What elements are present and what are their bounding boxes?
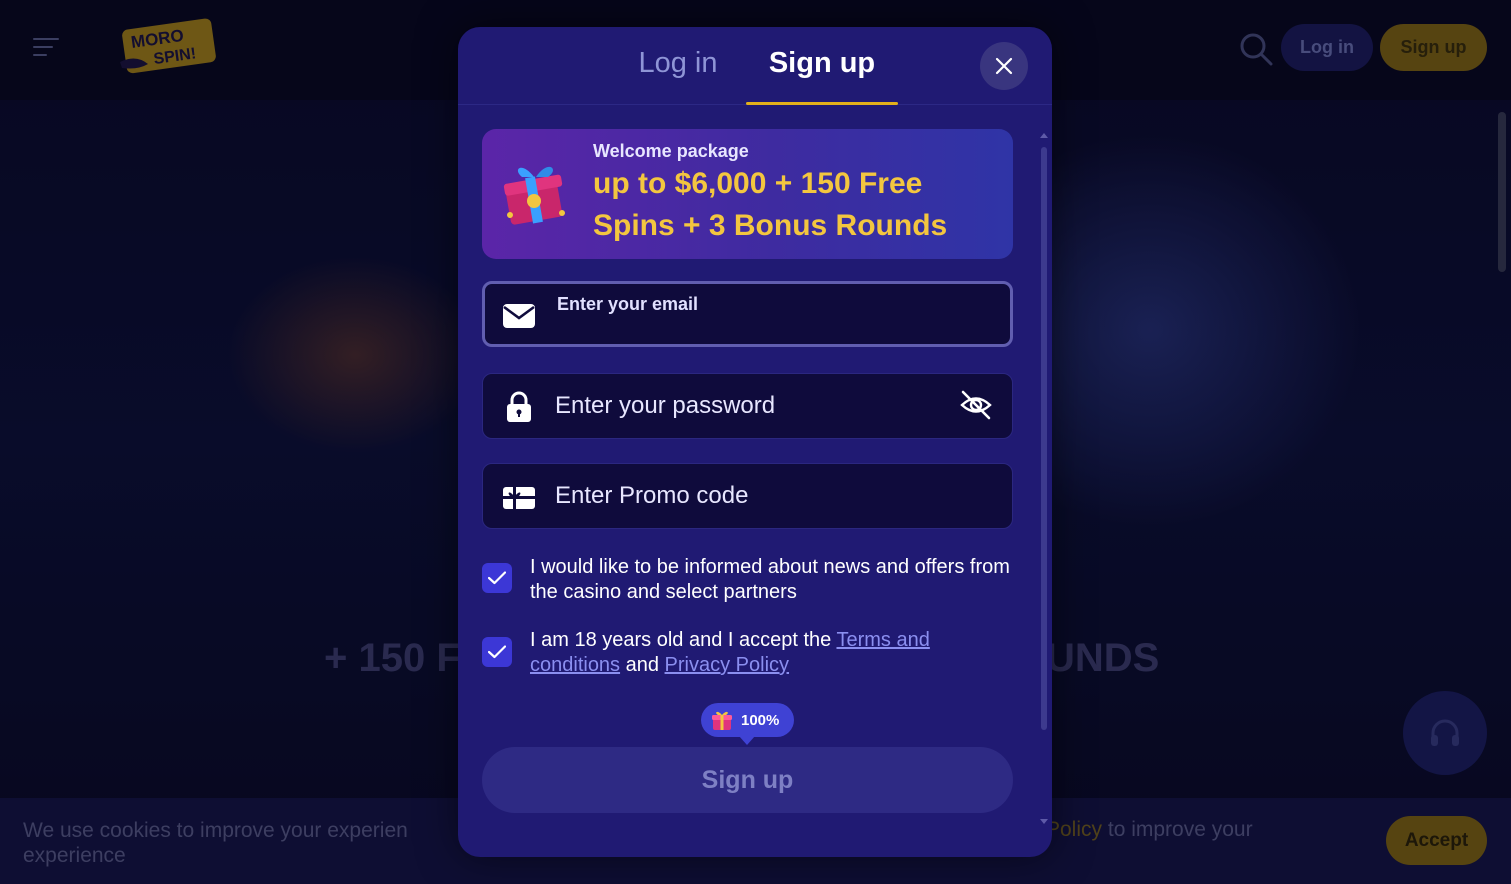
active-tab-indicator (746, 102, 898, 105)
envelope-icon (501, 298, 537, 332)
promo-headline: up to $6,000 + 150 Free Spins + 3 Bonus … (593, 167, 948, 242)
age-terms-checkbox[interactable] (482, 637, 512, 667)
checkmark-icon (488, 645, 506, 659)
gift-icon (712, 711, 732, 730)
scroll-down-arrow[interactable] (1040, 819, 1048, 824)
age-terms-text: I am 18 years old and I accept the Terms… (530, 629, 930, 676)
news-consent-row: I would like to be informed about news a… (482, 555, 1013, 607)
password-input[interactable] (555, 374, 955, 438)
eye-off-icon[interactable] (959, 388, 993, 422)
promo-code-field[interactable] (482, 463, 1013, 529)
tab-login[interactable]: Log in (618, 43, 738, 83)
modal-scrollbar[interactable] (1041, 147, 1047, 730)
promo-code-input[interactable] (555, 464, 955, 528)
close-icon (995, 57, 1013, 75)
password-field[interactable] (482, 373, 1013, 439)
news-consent-text: I would like to be informed about news a… (530, 556, 1010, 603)
news-consent-checkbox[interactable] (482, 563, 512, 593)
signup-submit-button[interactable]: Sign up (482, 747, 1013, 813)
gift-box-icon (498, 155, 574, 231)
promo-subtitle: Welcome package (593, 141, 749, 161)
email-field[interactable]: Enter your email (482, 281, 1013, 347)
email-field-label: Enter your email (557, 294, 699, 314)
checkmark-icon (488, 571, 506, 585)
modal-header: Log in Sign up (458, 27, 1052, 105)
scroll-up-arrow[interactable] (1040, 133, 1048, 138)
bonus-percent: 100% (741, 711, 780, 729)
age-terms-row: I am 18 years old and I accept the Terms… (482, 628, 1013, 680)
signup-modal: Log in Sign up Welcome package up to $6,… (458, 27, 1052, 857)
tab-signup[interactable]: Sign up (746, 43, 898, 83)
lock-icon (501, 390, 537, 424)
welcome-promo-banner: Welcome package up to $6,000 + 150 Free … (482, 129, 1013, 259)
privacy-policy-link[interactable]: Privacy Policy (665, 654, 789, 676)
bonus-badge: 100% (701, 703, 794, 745)
coupon-icon (501, 480, 537, 514)
close-button[interactable] (980, 42, 1028, 90)
